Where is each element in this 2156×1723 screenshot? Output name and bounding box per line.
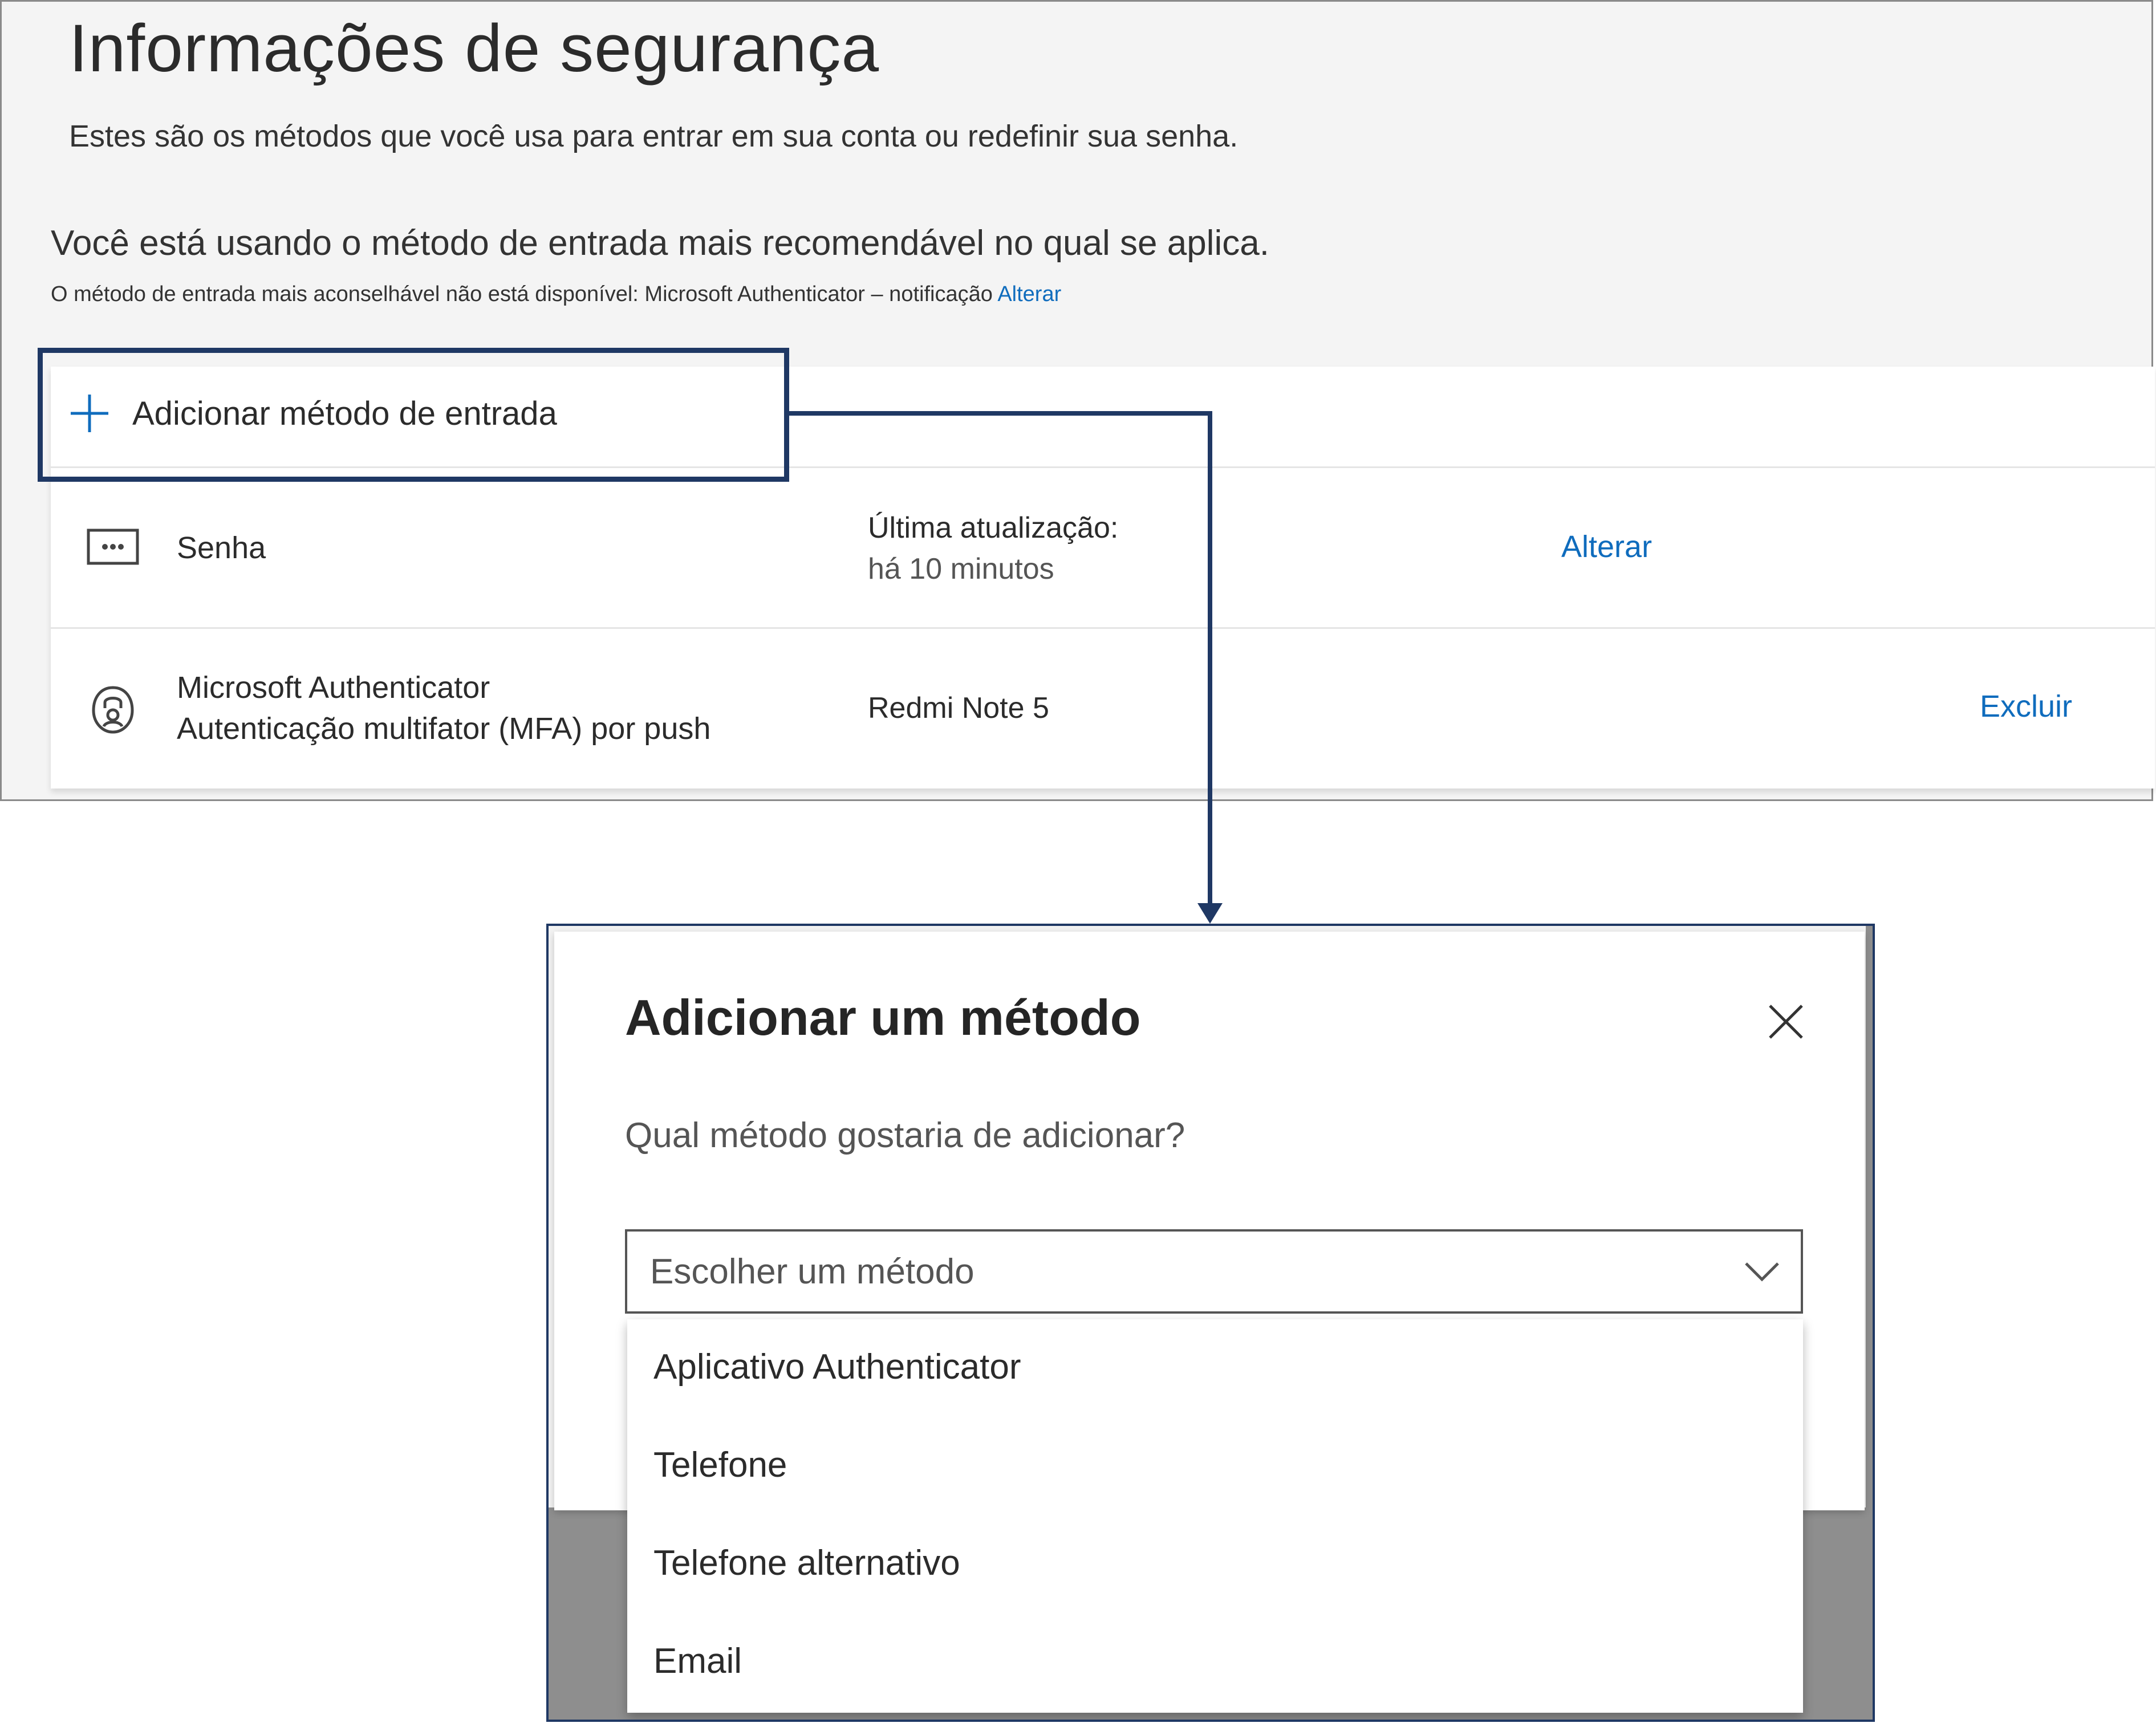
method-select[interactable]: Escolher um método	[625, 1229, 1803, 1314]
chevron-down-icon	[1745, 1262, 1779, 1282]
close-icon[interactable]	[1763, 999, 1809, 1045]
authenticator-lock-icon	[92, 686, 134, 734]
method-last-updated: Última atualização: há 10 minutos	[868, 507, 1118, 590]
dialog-question: Qual método gostaria de adicionar?	[625, 1116, 1185, 1155]
change-password-link[interactable]: Alterar	[1561, 529, 1652, 564]
meta-label: Última atualização:	[868, 511, 1119, 544]
select-placeholder: Escolher um método	[650, 1251, 975, 1291]
method-name: Microsoft Authenticator Autenticação mul…	[177, 667, 710, 749]
option-phone[interactable]: Telefone	[653, 1445, 1771, 1485]
recommendation-note: O método de entrada mais aconselhável nã…	[51, 282, 1061, 307]
meta-value: há 10 minutos	[868, 552, 1054, 586]
password-dots-icon	[87, 529, 139, 565]
method-name: Senha	[177, 531, 266, 565]
recommendation-text: Você está usando o método de entrada mai…	[51, 223, 1269, 263]
page-title: Informações de segurança	[69, 11, 880, 86]
highlight-box	[38, 348, 789, 482]
option-email[interactable]: Email	[653, 1641, 1771, 1681]
delete-authenticator-link[interactable]: Excluir	[1980, 689, 2072, 724]
option-alternate-phone[interactable]: Telefone alternativo	[653, 1543, 1771, 1583]
add-method-dialog-screenshot: Adicionar um método Qual método gostaria…	[546, 924, 1875, 1722]
method-device: Redmi Note 5	[868, 692, 1049, 725]
page-subtitle: Estes são os métodos que você usa para e…	[69, 119, 1239, 153]
method-name-line2: Autenticação multifator (MFA) por push	[177, 712, 711, 746]
method-options-list: Aplicativo Authenticator Telefone Telefo…	[627, 1319, 1803, 1713]
recommendation-note-text: O método de entrada mais aconselhável nã…	[51, 282, 993, 306]
add-method-dialog: Adicionar um método Qual método gostaria…	[554, 932, 1865, 1713]
divider	[51, 627, 2155, 629]
dialog-title: Adicionar um método	[625, 989, 1141, 1046]
method-name-line1: Microsoft Authenticator	[177, 670, 490, 705]
option-authenticator-app[interactable]: Aplicativo Authenticator	[653, 1347, 1771, 1387]
change-default-method-link[interactable]: Alterar	[997, 282, 1061, 306]
